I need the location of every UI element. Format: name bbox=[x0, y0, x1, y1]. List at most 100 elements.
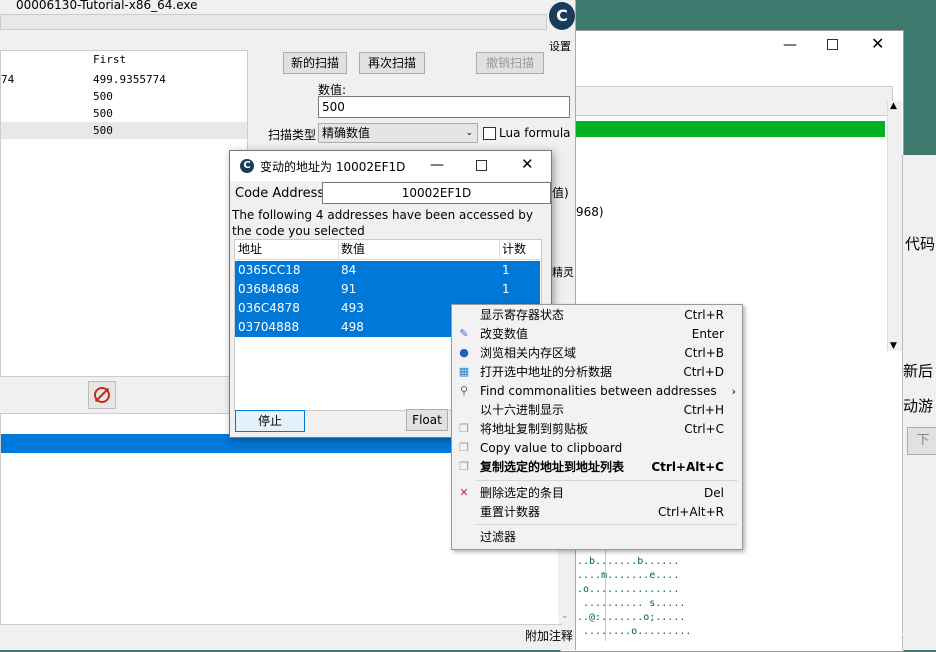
code-address-label: Code Address bbox=[235, 186, 325, 201]
stop-sign-icon[interactable] bbox=[88, 381, 116, 409]
scan-type-select[interactable]: 精确数值 ⌄ bbox=[318, 123, 478, 143]
process-bar bbox=[0, 14, 547, 30]
code-address-field[interactable]: 10002EF1D bbox=[322, 182, 551, 204]
list-item[interactable]: 74 499.9355774 bbox=[1, 71, 247, 88]
dialog-description: The following 4 addresses have been acce… bbox=[232, 208, 533, 238]
menu-item-copy-to-address-list[interactable]: ❐ 复制选定的地址到地址列表 Ctrl+Alt+C bbox=[452, 458, 742, 477]
menu-item-shortcut: Ctrl+H bbox=[683, 403, 724, 417]
menu-item-open-structure[interactable]: ▦ 打开选中地址的分析数据 Ctrl+D bbox=[452, 363, 742, 382]
magnifier-icon: ⚲ bbox=[459, 384, 469, 397]
menu-item-filter[interactable]: 过滤器 bbox=[452, 528, 742, 547]
scroll-down-icon[interactable]: ⌄ bbox=[561, 611, 569, 621]
menu-item-label: 改变数值 bbox=[480, 327, 529, 341]
menu-item-shortcut: Ctrl+D bbox=[683, 365, 724, 379]
scan-type-value: 精确数值 bbox=[322, 126, 371, 140]
table-row[interactable]: 03684868 91 1 bbox=[235, 280, 540, 299]
menu-item-label: 以十六进制显示 bbox=[480, 403, 565, 417]
menu-separator bbox=[476, 480, 738, 481]
menu-item-label: 显示寄存器状态 bbox=[480, 308, 565, 322]
snippet-next-button[interactable]: 下 bbox=[907, 427, 936, 455]
menu-separator bbox=[476, 524, 738, 525]
scroll-down-icon[interactable]: ▼ bbox=[890, 341, 897, 351]
dialog-title: 变动的地址为 10002EF1D bbox=[260, 160, 406, 174]
menu-item-shortcut: Ctrl+Alt+C bbox=[651, 460, 724, 474]
watermark: CSDN @三鱼子 bbox=[790, 625, 905, 644]
bg-panel bbox=[573, 86, 893, 116]
window-title: 00006130-Tutorial-x86_64.exe bbox=[16, 0, 198, 12]
row-address: 03684868 bbox=[238, 282, 300, 296]
hex-dump-area: ....:......:... ..b.......b...... ....m.… bbox=[577, 542, 692, 637]
menu-item-label: 删除选定的条目 bbox=[480, 486, 565, 500]
stop-button[interactable]: 停止 bbox=[235, 410, 305, 432]
list-item[interactable]: 500 bbox=[1, 105, 247, 122]
menu-item-copy-address[interactable]: ❐ 将地址复制到剪贴板 Ctrl+C bbox=[452, 420, 742, 439]
scroll-up-icon[interactable]: ▲ bbox=[890, 101, 897, 111]
menu-item-change-value[interactable]: ✎ 改变数值 Enter bbox=[452, 325, 742, 344]
copy-icon: ❐ bbox=[459, 441, 469, 454]
column-header-value[interactable]: 数值 bbox=[341, 240, 500, 259]
snippet-ling: 精灵 bbox=[552, 266, 574, 279]
row-value: 91 bbox=[341, 282, 357, 296]
column-header-address[interactable]: 地址 bbox=[238, 240, 339, 259]
menu-item-shortcut: Ctrl+B bbox=[684, 346, 724, 360]
close-icon[interactable]: ✕ bbox=[871, 34, 884, 53]
menu-item-label: 打开选中地址的分析数据 bbox=[480, 365, 613, 379]
far-right-window: 代码 新后 动游 下 bbox=[902, 155, 936, 650]
lua-formula-checkbox[interactable] bbox=[483, 127, 496, 140]
menu-item-label: Copy value to clipboard bbox=[480, 441, 623, 455]
snippet-code: 代码 bbox=[905, 235, 936, 253]
column-first-header[interactable]: First bbox=[93, 53, 126, 66]
menu-item-browse-memory[interactable]: ● 浏览相关内存区域 Ctrl+B bbox=[452, 344, 742, 363]
row-count: 1 bbox=[502, 263, 510, 277]
row-address: 0365CC18 bbox=[238, 263, 301, 277]
menu-item-show-registers[interactable]: 显示寄存器状态 Ctrl+R bbox=[452, 306, 742, 325]
list-item[interactable]: 500 bbox=[1, 88, 247, 105]
bg-scrollbar[interactable]: ▲ ▼ bbox=[887, 101, 902, 351]
hex-dump-column-line bbox=[605, 541, 606, 641]
row-value: 493 bbox=[341, 301, 364, 315]
table-row[interactable]: 0365CC18 84 1 bbox=[235, 261, 540, 280]
row-value: 498 bbox=[341, 320, 364, 334]
maximize-icon[interactable] bbox=[827, 39, 838, 50]
snippet-968: 968) bbox=[576, 205, 604, 219]
copy-icon: ❐ bbox=[459, 422, 469, 435]
delete-icon: ✕ bbox=[459, 486, 469, 499]
float-button[interactable]: Float bbox=[406, 409, 448, 431]
undo-scan-button[interactable]: 撤销扫描 bbox=[476, 52, 544, 74]
menu-item-shortcut: Del bbox=[704, 486, 724, 500]
results-list[interactable]: First 74 499.9355774 500 500 500 bbox=[0, 50, 248, 377]
menu-item-shortcut: Ctrl+C bbox=[684, 422, 724, 436]
menu-item-find-commonalities[interactable]: ⚲ Find commonalities between addresses › bbox=[452, 382, 742, 401]
copy-icon: ❐ bbox=[459, 460, 469, 473]
edit-icon: ✎ bbox=[459, 327, 469, 340]
minimize-icon[interactable]: — bbox=[430, 157, 444, 173]
snippet-value: 值) bbox=[552, 186, 569, 200]
progress-bar bbox=[575, 121, 885, 137]
list-item-first: 500 bbox=[93, 124, 113, 137]
submenu-arrow-icon: › bbox=[731, 385, 736, 398]
close-icon[interactable]: ✕ bbox=[521, 155, 534, 173]
menu-item-shortcut: Enter bbox=[691, 327, 724, 341]
value-input[interactable] bbox=[318, 96, 570, 118]
maximize-icon[interactable] bbox=[476, 160, 487, 171]
add-note-label[interactable]: 附加注释 bbox=[525, 627, 573, 644]
column-header-count[interactable]: 计数 bbox=[502, 240, 526, 259]
menu-item-reset-counter[interactable]: 重置计数器 Ctrl+Alt+R bbox=[452, 503, 742, 522]
minimize-icon[interactable]: — bbox=[783, 38, 797, 52]
structure-icon: ▦ bbox=[458, 365, 470, 378]
list-item-first: 500 bbox=[93, 107, 113, 120]
table-header: 地址 数值 计数 bbox=[235, 240, 541, 260]
row-address: 03704888 bbox=[238, 320, 300, 334]
menu-item-delete-entries[interactable]: ✕ 删除选定的条目 Del bbox=[452, 484, 742, 503]
bg-window-titlebar bbox=[561, 31, 903, 61]
menu-item-show-hex[interactable]: 以十六进制显示 Ctrl+H bbox=[452, 401, 742, 420]
new-scan-button[interactable]: 新的扫描 bbox=[283, 52, 347, 74]
settings-label[interactable]: 设置 bbox=[549, 38, 571, 54]
lua-formula-label: Lua formula bbox=[499, 126, 571, 140]
ce-logo-icon[interactable]: C bbox=[549, 2, 575, 30]
list-item[interactable]: 500 bbox=[1, 122, 247, 139]
menu-item-label: Find commonalities between addresses bbox=[480, 384, 717, 398]
list-item-prev: 74 bbox=[1, 73, 15, 86]
menu-item-copy-value[interactable]: ❐ Copy value to clipboard bbox=[452, 439, 742, 458]
next-scan-button[interactable]: 再次扫描 bbox=[359, 52, 425, 74]
